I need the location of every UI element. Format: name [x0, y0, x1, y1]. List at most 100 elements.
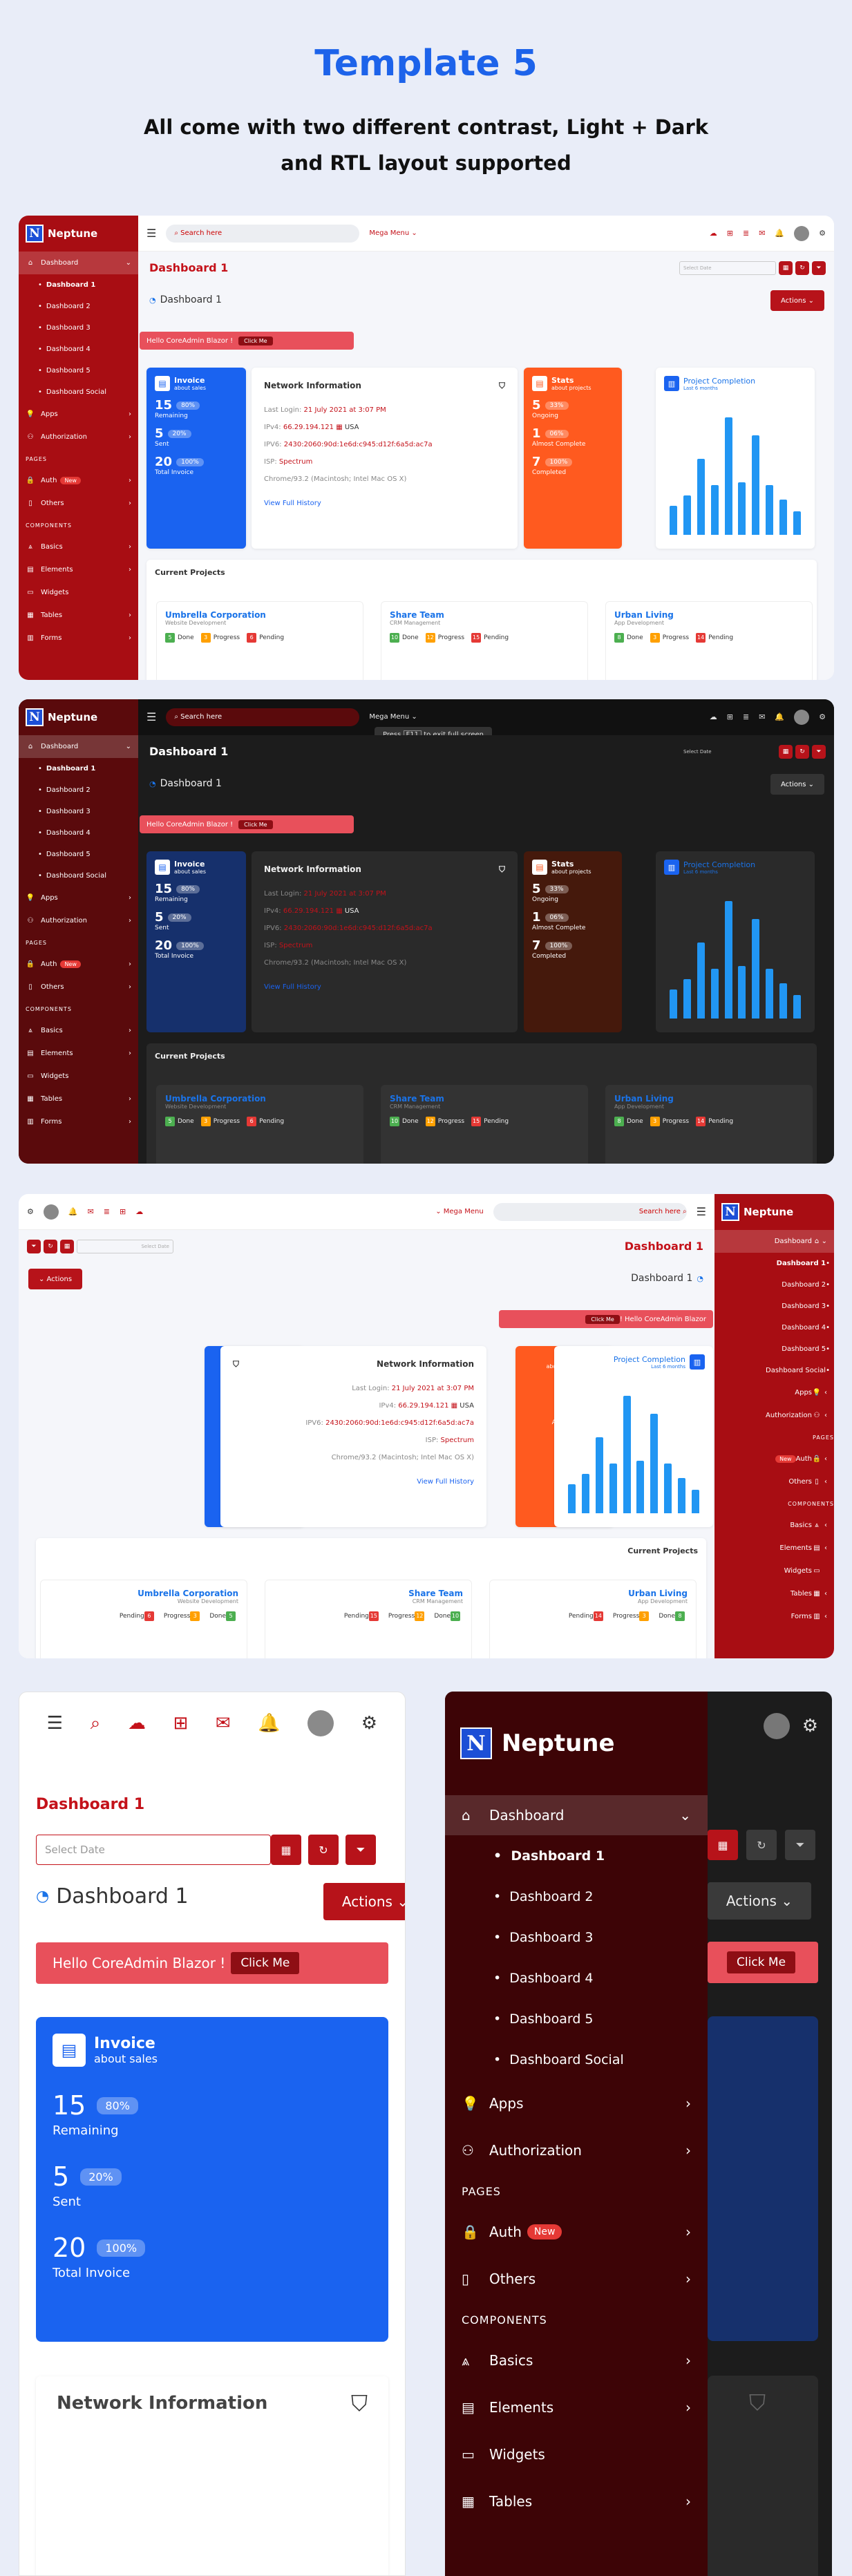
weather-icon[interactable]: ☁ — [710, 712, 717, 721]
sidebar-item-forms[interactable]: ▥ Forms › — [714, 1605, 834, 1628]
project-item[interactable]: Umbrella Corporation Website Development 5… — [156, 1085, 363, 1164]
sidebar-subitem-dashboard-6[interactable]: Dashboard Social — [714, 1360, 834, 1381]
sidebar-item-others[interactable]: ▯ Others › — [714, 1470, 834, 1493]
filter-button[interactable]: ⏷ — [345, 1835, 376, 1865]
date-input[interactable]: Select Date — [77, 1240, 173, 1253]
sidebar-item-dashboard[interactable]: ⌂ Dashboard ⌄ — [19, 735, 138, 758]
sidebar-item-dashboard[interactable]: ⌂ Dashboard ⌄ — [445, 1795, 708, 1835]
calendar-button[interactable]: ▦ — [779, 261, 793, 275]
weather-icon[interactable]: ☁ — [710, 229, 717, 238]
sidebar-item-auth[interactable]: 🔒 Auth New › — [714, 1448, 834, 1470]
actions-button[interactable]: Actions ⌄ — [28, 1269, 82, 1289]
sidebar-item-apps[interactable]: 💡 Apps › — [19, 403, 138, 426]
project-item[interactable]: Share TeamCRM Management10Done12Progress… — [381, 601, 588, 680]
sidebar-item-basics[interactable]: ⩓ Basics › — [714, 1514, 834, 1537]
bell-icon[interactable]: 🔔 — [775, 229, 784, 238]
date-input[interactable]: Select Date — [679, 745, 776, 759]
sidebar-item-dashboard[interactable]: ⌂ Dashboard ⌄ — [19, 252, 138, 274]
sidebar-subitem-dashboard-3[interactable]: Dashboard 3 — [714, 1296, 834, 1317]
search-input[interactable]: ⌕ Search here — [166, 224, 360, 243]
view-history-link[interactable]: View Full History — [264, 978, 505, 996]
hamburger-icon[interactable]: ☰ — [697, 1205, 706, 1218]
bell-icon[interactable]: 🔔 — [258, 1713, 280, 1734]
translate-icon[interactable]: ⊞ — [173, 1713, 188, 1734]
sidebar-subitem-dashboard-1[interactable]: Dashboard 1 — [714, 1253, 834, 1274]
avatar[interactable] — [794, 709, 810, 725]
hamburger-icon[interactable]: ☰ — [47, 1713, 63, 1734]
stack-icon[interactable]: ≣ — [743, 712, 749, 721]
bell-icon[interactable]: 🔔 — [68, 1207, 78, 1216]
sidebar-item-widgets[interactable]: ▭ Widgets — [445, 2431, 708, 2478]
filter-button[interactable]: ⏷ — [812, 261, 826, 275]
mail-icon[interactable]: ✉ — [759, 229, 765, 238]
project-item[interactable]: Share TeamCRM Management10Done12Progress… — [381, 1085, 588, 1164]
sidebar-subitem-dashboard-5[interactable]: • Dashboard 5 — [445, 1998, 708, 2039]
sidebar-subitem-dashboard-4[interactable]: Dashboard 4 — [19, 339, 138, 360]
sidebar-item-basics[interactable]: ⩓ Basics › — [19, 1019, 138, 1042]
mail-icon[interactable]: ✉ — [759, 712, 765, 721]
sidebar-item-forms[interactable]: ▥ Forms › — [19, 1110, 138, 1133]
actions-button[interactable]: Actions ⌄ — [770, 290, 824, 311]
sidebar-subitem-dashboard-6[interactable]: Dashboard Social — [19, 865, 138, 887]
click-me-button[interactable]: Click Me — [585, 1314, 620, 1324]
sidebar-item-apps[interactable]: 💡 Apps › — [19, 887, 138, 909]
sidebar-item-others[interactable]: ▯ Others › — [445, 2255, 708, 2302]
date-input[interactable]: Select Date — [36, 1835, 271, 1865]
stack-icon[interactable]: ≣ — [104, 1207, 110, 1216]
sidebar-item-others[interactable]: ▯ Others › — [19, 492, 138, 515]
sidebar-item-apps[interactable]: 💡 Apps › — [445, 2080, 708, 2127]
stack-icon[interactable]: ≣ — [743, 229, 749, 238]
mail-icon[interactable]: ✉ — [216, 1713, 231, 1734]
project-item[interactable]: Urban LivingApp Development8Done3Progres… — [605, 601, 813, 680]
filter-button[interactable]: ⏷ — [785, 1830, 815, 1860]
settings-sliders-icon[interactable]: ⚙ — [802, 1716, 818, 1736]
project-item[interactable]: Share TeamCRM Management10Done12Progress… — [265, 1580, 472, 1658]
calendar-button[interactable]: ▦ — [708, 1830, 738, 1860]
sidebar-item-tables[interactable]: ▦ Tables › — [445, 2478, 708, 2525]
sidebar-subitem-dashboard-2[interactable]: Dashboard 2 — [19, 779, 138, 801]
bell-icon[interactable]: 🔔 — [775, 712, 784, 721]
sidebar-item-elements[interactable]: ▤ Elements › — [19, 1042, 138, 1065]
sidebar-item-elements[interactable]: ▤ Elements › — [714, 1537, 834, 1560]
sidebar-subitem-dashboard-3[interactable]: Dashboard 3 — [19, 317, 138, 339]
sidebar-subitem-dashboard-4[interactable]: Dashboard 4 — [714, 1317, 834, 1338]
weather-icon[interactable]: ☁ — [135, 1207, 143, 1216]
sidebar-subitem-dashboard-5[interactable]: Dashboard 5 — [19, 844, 138, 865]
sidebar-subitem-dashboard-5[interactable]: Dashboard 5 — [714, 1338, 834, 1360]
view-history-link[interactable]: View Full History — [264, 495, 505, 512]
sidebar-subitem-dashboard-3[interactable]: • Dashboard 3 — [445, 1917, 708, 1958]
sidebar-item-tables[interactable]: ▦ Tables › — [19, 604, 138, 627]
sidebar-subitem-dashboard-2[interactable]: Dashboard 2 — [19, 296, 138, 317]
settings-sliders-icon[interactable]: ⚙ — [819, 712, 826, 721]
sidebar-item-auth[interactable]: 🔒 Auth New › — [19, 953, 138, 976]
sidebar-subitem-dashboard-2[interactable]: • Dashboard 2 — [445, 1876, 708, 1917]
sidebar-item-authorization[interactable]: ⚇ Authorization › — [714, 1404, 834, 1427]
actions-button[interactable]: Actions ⌄ — [323, 1883, 405, 1920]
sidebar-item-others[interactable]: ▯ Others › — [19, 976, 138, 998]
date-input[interactable]: Select Date — [679, 261, 776, 275]
settings-sliders-icon[interactable]: ⚙ — [819, 229, 826, 238]
settings-sliders-icon[interactable]: ⚙ — [361, 1713, 377, 1734]
sidebar-subitem-dashboard-1[interactable]: • Dashboard 1 — [445, 1835, 708, 1876]
mega-menu[interactable]: Mega Menu ⌄ — [369, 713, 417, 721]
hamburger-icon[interactable]: ☰ — [146, 227, 156, 240]
sidebar-item-dashboard[interactable]: ⌂ Dashboard ⌄ — [714, 1230, 834, 1253]
sidebar-item-elements[interactable]: ▤ Elements › — [445, 2384, 708, 2431]
actions-button[interactable]: Actions ⌄ — [770, 774, 824, 795]
click-me-button[interactable]: Click Me — [727, 1951, 796, 1973]
sidebar-item-basics[interactable]: ⩓ Basics › — [19, 536, 138, 558]
avatar[interactable] — [794, 225, 810, 241]
translate-icon[interactable]: ⊞ — [120, 1207, 126, 1216]
sidebar-item-widgets[interactable]: ▭ Widgets — [714, 1560, 834, 1582]
sidebar-item-apps[interactable]: 💡 Apps › — [714, 1381, 834, 1404]
project-item[interactable]: Urban LivingApp Development8Done3Progres… — [605, 1085, 813, 1164]
search-input[interactable]: ⌕ Search here — [166, 708, 360, 726]
sidebar-item-authorization[interactable]: ⚇ Authorization › — [445, 2127, 708, 2174]
weather-icon[interactable]: ☁ — [128, 1713, 146, 1734]
sidebar-item-tables[interactable]: ▦ Tables › — [19, 1088, 138, 1110]
sidebar-subitem-dashboard-5[interactable]: Dashboard 5 — [19, 360, 138, 381]
mega-menu[interactable]: Mega Menu ⌄ — [435, 1208, 483, 1215]
refresh-button[interactable]: ↻ — [795, 261, 809, 275]
calendar-button[interactable]: ▦ — [271, 1835, 301, 1865]
sidebar-subitem-dashboard-1[interactable]: Dashboard 1 — [19, 274, 138, 296]
